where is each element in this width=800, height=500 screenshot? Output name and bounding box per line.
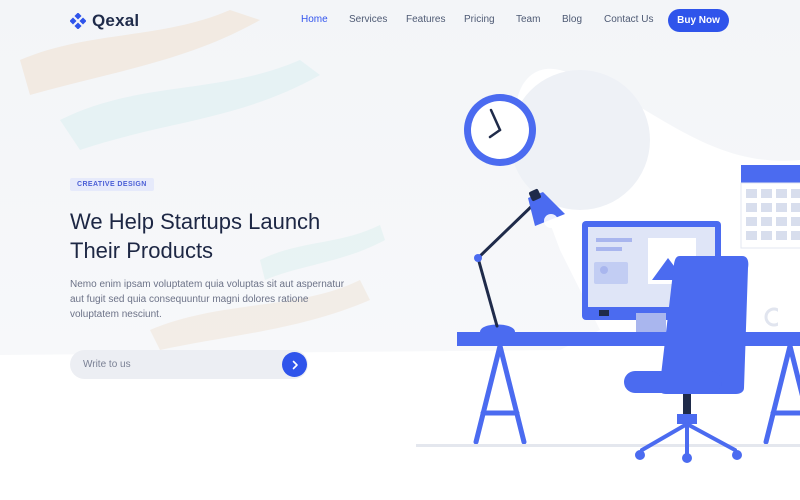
- nav-item-blog[interactable]: Blog: [562, 14, 582, 25]
- hero-description: Nemo enim ipsam voluptatem quia voluptas…: [70, 277, 360, 322]
- nav-item-contact[interactable]: Contact Us: [604, 14, 653, 25]
- hero-description-line-3: voluptatem nesciunt.: [70, 309, 162, 320]
- hero-title: We Help Startups Launch Their Products: [70, 207, 390, 265]
- hero-description-line-1: Nemo enim ipsam voluptatem quia voluptas…: [70, 279, 345, 290]
- workspace-illustration: [416, 94, 800, 463]
- hero-title-line-2: Their Products: [70, 238, 214, 263]
- calendar-icon: [740, 165, 800, 249]
- hero-title-line-1: We Help Startups Launch: [70, 209, 321, 234]
- clock-icon: [464, 94, 536, 166]
- nav-item-features[interactable]: Features: [406, 14, 445, 25]
- coffee-mug: [764, 304, 800, 332]
- contact-form: [70, 350, 308, 379]
- submit-button[interactable]: [282, 352, 307, 377]
- nav-item-team[interactable]: Team: [516, 14, 540, 25]
- nav-item-services[interactable]: Services: [349, 14, 387, 25]
- nav-item-pricing[interactable]: Pricing: [464, 14, 495, 25]
- hero-badge: CREATIVE DESIGN: [70, 178, 154, 191]
- chevron-right-icon: [292, 360, 298, 369]
- desk-lamp: [474, 189, 565, 332]
- hero-description-line-2: aut fugit sed quia consequuntur magni do…: [70, 294, 309, 305]
- site-header: Qexal Home Services Features Pricing Tea…: [0, 0, 800, 40]
- message-input[interactable]: [70, 350, 275, 379]
- buy-now-button[interactable]: Buy Now: [668, 9, 729, 32]
- nav-item-home[interactable]: Home: [301, 14, 328, 25]
